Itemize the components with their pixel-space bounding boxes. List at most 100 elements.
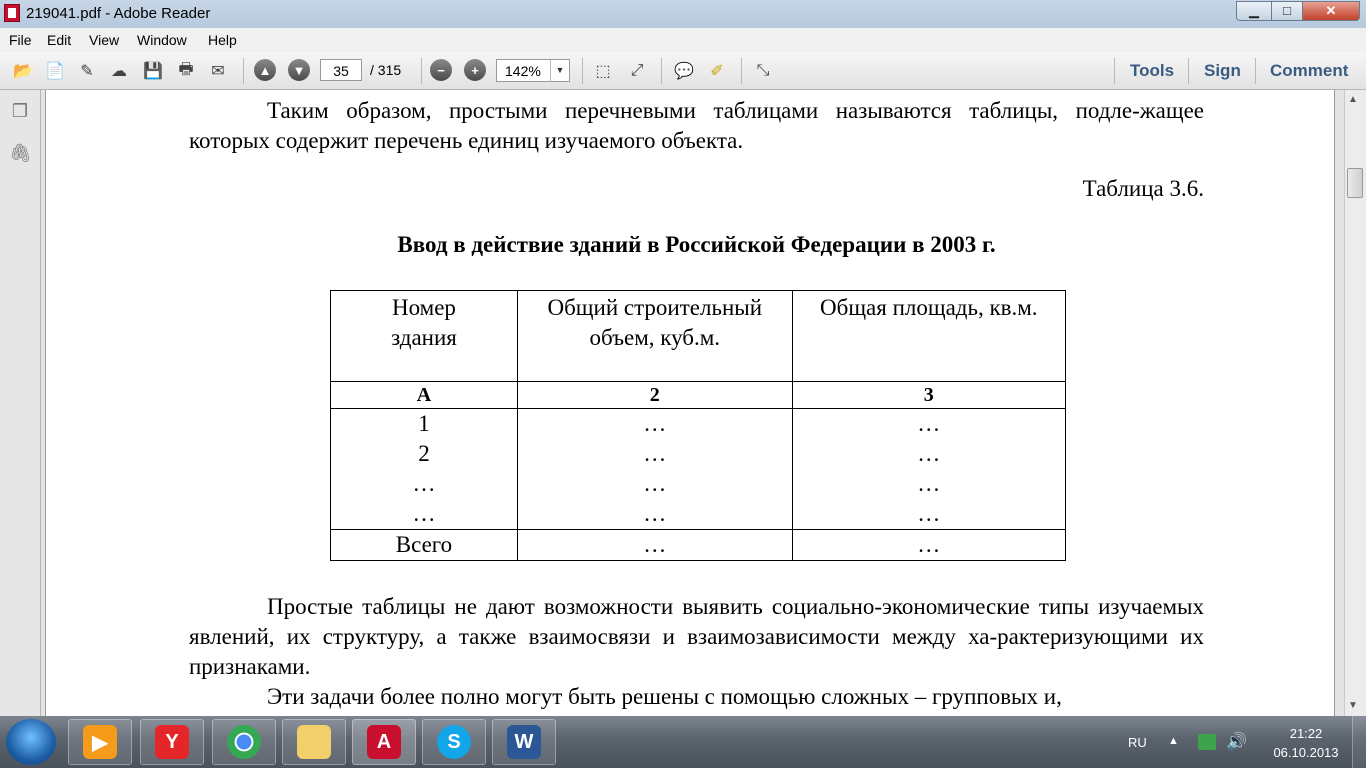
menu-help[interactable]: Help	[208, 32, 237, 48]
yandex-icon: Y	[155, 725, 189, 759]
maximize-button[interactable]: □	[1271, 1, 1303, 21]
email-icon[interactable]: ✉	[207, 60, 229, 82]
clock-date[interactable]: 06.10.2013	[1264, 745, 1348, 760]
table-row: …	[643, 441, 667, 466]
folder-icon	[297, 725, 331, 759]
table-cell: … … … …	[516, 408, 793, 530]
menu-file[interactable]: File	[9, 32, 32, 48]
tools-button[interactable]: Tools	[1130, 61, 1174, 81]
menu-edit[interactable]: Edit	[47, 32, 71, 48]
adobe-reader-icon: A	[367, 725, 401, 759]
toolbar-divider	[1114, 58, 1115, 84]
language-indicator[interactable]: RU	[1128, 735, 1147, 750]
chrome-icon	[227, 725, 261, 759]
cloud-upload-icon[interactable]: ☁	[108, 60, 130, 82]
taskbar-chrome[interactable]	[212, 719, 276, 765]
toolbar-divider	[582, 58, 583, 84]
toolbar-divider	[741, 58, 742, 84]
page-number-input[interactable]: 35	[320, 59, 362, 81]
column-number-cell: 3	[791, 381, 1067, 409]
total-cell: …	[791, 529, 1067, 561]
taskbar-word[interactable]: W	[492, 719, 556, 765]
table-row: …	[412, 471, 436, 496]
zoom-value: 142%	[505, 63, 541, 79]
fit-page-icon[interactable]: ⬚	[592, 60, 614, 82]
table-row: …	[917, 471, 941, 496]
scroll-up-icon[interactable]: ▲	[1348, 94, 1358, 105]
save-icon[interactable]: 💾	[142, 60, 164, 82]
volume-icon[interactable]: 🔊	[1226, 732, 1247, 752]
edit-pdf-icon[interactable]: ✎	[76, 60, 98, 82]
skype-icon: S	[437, 725, 471, 759]
data-table: Номер здания Общий строительный объем, к…	[330, 290, 1067, 561]
pdf-page: Таким образом, простыми перечневыми табл…	[45, 90, 1335, 716]
pdf-file-icon	[4, 4, 20, 22]
comment-button[interactable]: Comment	[1270, 61, 1348, 81]
toolbar-divider	[661, 58, 662, 84]
scroll-down-icon[interactable]: ▼	[1348, 700, 1358, 711]
paragraph-simple-tables: Простые таблицы не дают возможности выяв…	[189, 594, 1204, 679]
sign-button[interactable]: Sign	[1204, 61, 1241, 81]
word-icon: W	[507, 725, 541, 759]
table-row: 1	[418, 411, 430, 436]
menu-window[interactable]: Window	[137, 32, 187, 48]
minimize-button[interactable]: ▁	[1236, 1, 1272, 21]
navigation-pane: ❐ 🖇	[0, 90, 41, 716]
next-page-icon[interactable]: ▼	[288, 59, 310, 81]
total-cell: Всего	[330, 529, 518, 561]
taskbar-explorer[interactable]	[282, 719, 346, 765]
show-desktop-button[interactable]	[1352, 716, 1366, 768]
zoom-out-icon[interactable]: −	[430, 59, 452, 81]
table-row: …	[917, 501, 941, 526]
chevron-down-icon[interactable]: ▼	[550, 60, 569, 81]
table-row: 2	[418, 441, 430, 466]
create-pdf-icon[interactable]: 📄	[44, 60, 66, 82]
zoom-in-icon[interactable]: +	[464, 59, 486, 81]
page-count: / 315	[370, 62, 402, 78]
taskbar-yandex[interactable]: Y	[140, 719, 204, 765]
title-bar: 219041.pdf - Adobe Reader ▁ □ ✕	[0, 0, 1366, 28]
taskbar-media-player[interactable]: ▶	[68, 719, 132, 765]
show-hidden-icons-icon[interactable]: ▲	[1168, 735, 1179, 747]
table-data-block: 1 2 … … … … … … … … … …	[330, 408, 1067, 530]
close-button[interactable]: ✕	[1302, 1, 1360, 21]
toolbar-divider	[1255, 58, 1256, 84]
paragraph-intro: Таким образом, простыми перечневыми табл…	[189, 98, 1204, 153]
header-cell: Общая площадь, кв.м.	[791, 290, 1067, 382]
document-viewer[interactable]: Таким образом, простыми перечневыми табл…	[41, 90, 1344, 716]
table-cell: 1 2 … …	[330, 408, 518, 530]
network-icon[interactable]	[1198, 734, 1216, 750]
fit-width-icon[interactable]: ⤢	[626, 60, 648, 82]
table-title: Ввод в действие зданий в Российской Феде…	[397, 232, 996, 257]
previous-page-icon[interactable]: ▲	[254, 59, 276, 81]
print-icon[interactable]: 🖶	[175, 60, 197, 82]
table-row: …	[917, 411, 941, 436]
attachments-icon[interactable]: 🖇	[9, 142, 32, 164]
menu-view[interactable]: View	[89, 32, 119, 48]
open-file-icon[interactable]: 📂	[12, 60, 34, 82]
table-row: …	[643, 501, 667, 526]
table-cell: … … … …	[791, 408, 1067, 530]
total-cell: …	[516, 529, 793, 561]
clock-time[interactable]: 21:22	[1280, 726, 1332, 741]
full-screen-icon[interactable]: ⤡	[752, 60, 774, 82]
start-button[interactable]	[6, 719, 56, 765]
table-total-row: Всего … …	[330, 529, 1067, 561]
page-thumbnails-icon[interactable]: ❐	[9, 100, 31, 122]
highlight-text-icon[interactable]: ✐	[706, 60, 728, 82]
media-player-icon: ▶	[83, 725, 117, 759]
taskbar-adobe-reader[interactable]: A	[352, 719, 416, 765]
header-cell: Общий строительный объем, куб.м.	[516, 290, 793, 382]
table-caption: Таблица 3.6.	[1082, 176, 1204, 201]
table-header-row: Номер здания Общий строительный объем, к…	[330, 290, 1067, 382]
toolbar-divider	[243, 58, 244, 84]
vertical-scrollbar[interactable]: ▲ ▼	[1344, 90, 1366, 716]
table-row: …	[917, 441, 941, 466]
zoom-select[interactable]: 142% ▼	[496, 59, 570, 82]
scrollbar-thumb[interactable]	[1347, 168, 1363, 198]
table-row: …	[643, 411, 667, 436]
column-number-cell: А	[330, 381, 518, 409]
menu-bar: File Edit View Window Help	[0, 28, 1366, 52]
sticky-note-icon[interactable]: 💬	[673, 60, 695, 82]
taskbar-skype[interactable]: S	[422, 719, 486, 765]
